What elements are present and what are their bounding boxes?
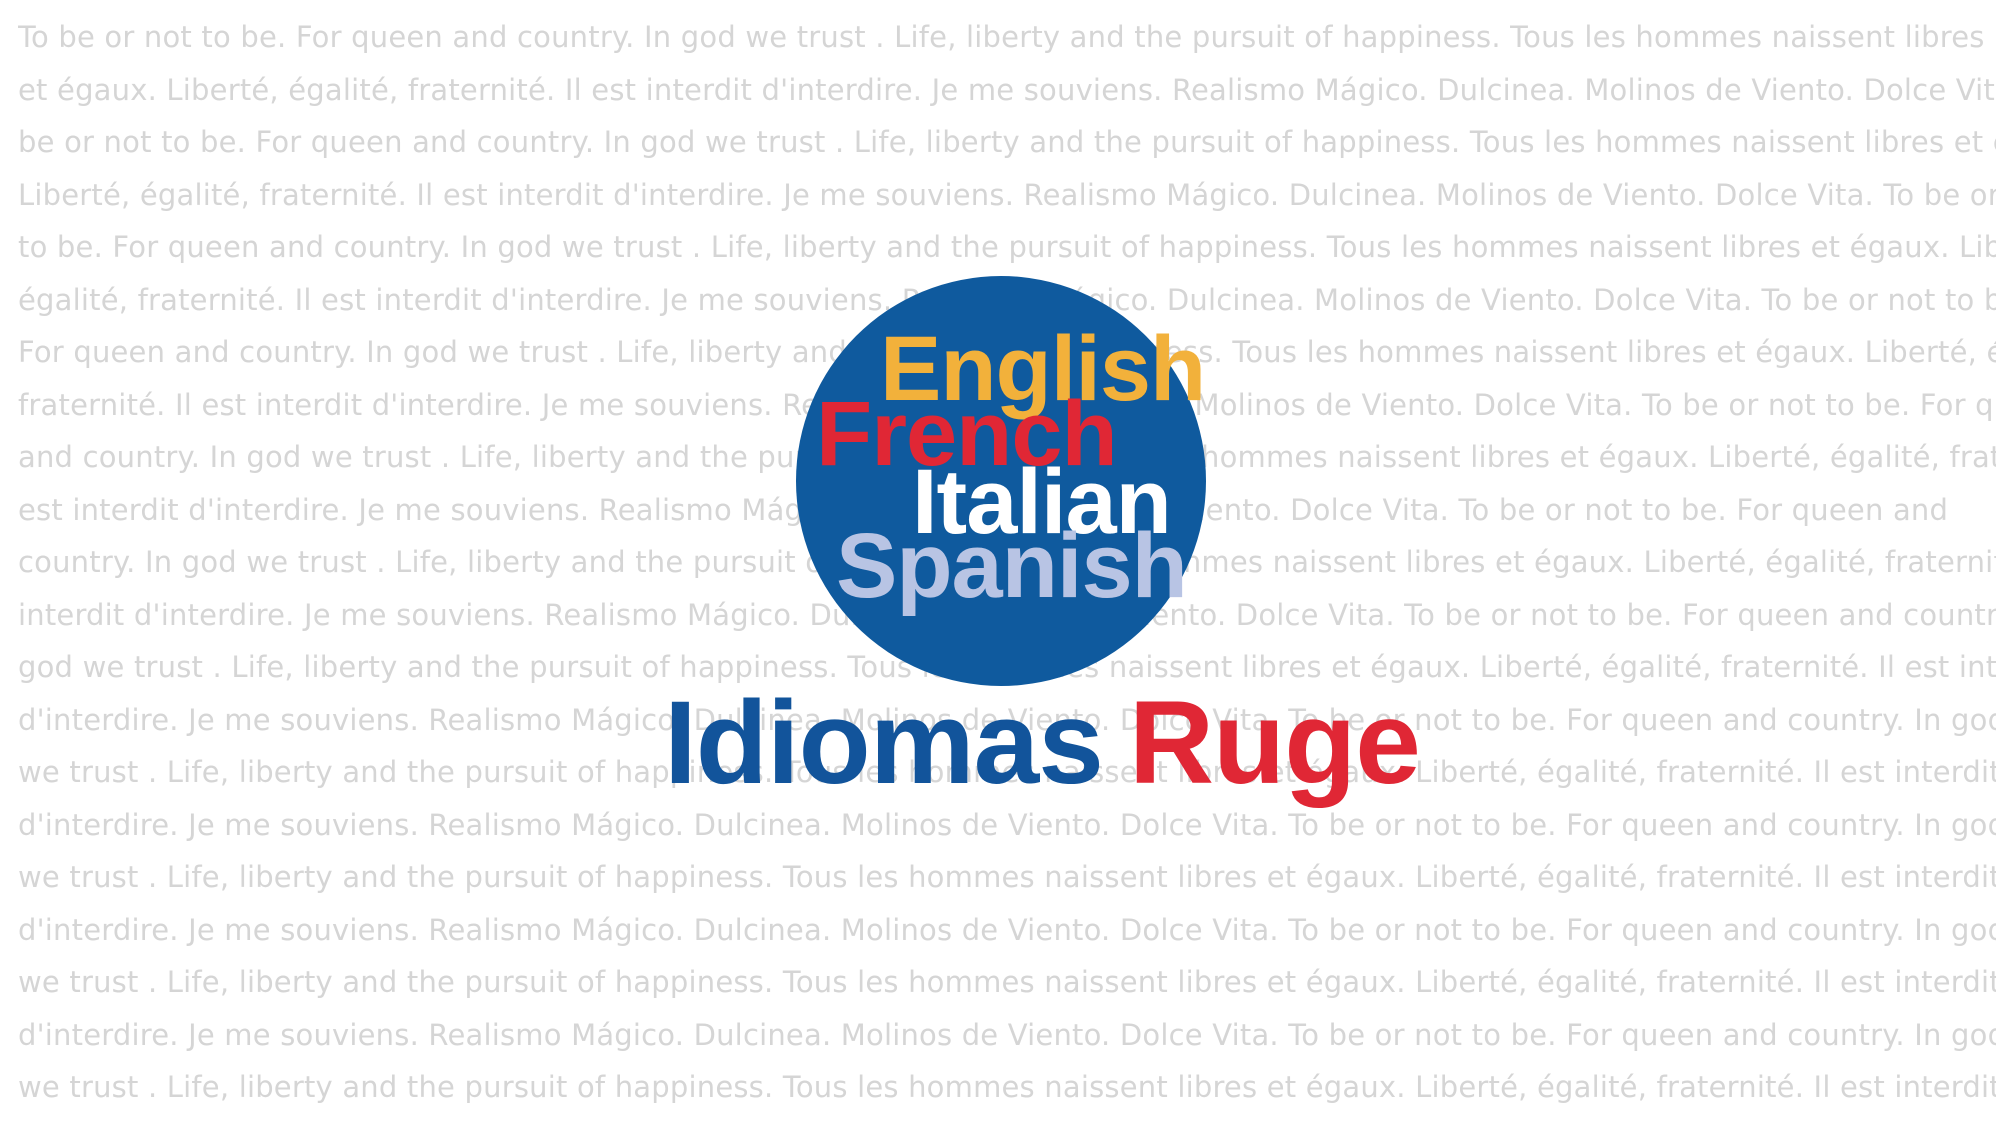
brand-word-ruge: Ruge [1128,677,1421,809]
background-text-line: d'interdire. Je me souviens. Realismo Má… [18,913,1996,947]
background-text-line: we trust . Life, liberty and the pursuit… [18,860,1996,894]
background-text-line: be or not to be. For queen and country. … [18,125,1996,159]
language-spanish: Spanish [836,515,1188,617]
banner-canvas: To be or not to be. For queen and countr… [0,0,2006,1122]
background-text-line: we trust . Life, liberty and the pursuit… [18,965,1996,999]
background-text-line: d'interdire. Je me souviens. Realismo Má… [18,1018,1996,1052]
background-text-line: Liberté, égalité, fraternité. Il est int… [18,178,1996,212]
background-text-line: we trust . Life, liberty and the pursuit… [18,1070,1996,1104]
brand-word-idiomas: Idiomas [664,677,1104,809]
background-text-line: to be. For queen and country. In god we … [18,230,1996,264]
brand-name: Idiomas Ruge [664,684,1421,802]
background-text-line: To be or not to be. For queen and countr… [18,20,1985,54]
background-text-line: et égaux. Liberté, égalité, fraternité. … [18,73,1996,107]
